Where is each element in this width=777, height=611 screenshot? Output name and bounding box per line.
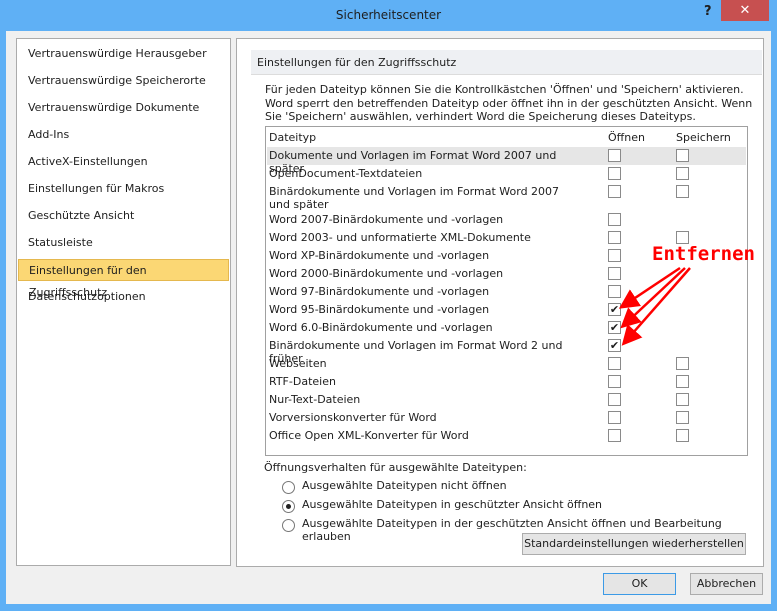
arrow-3 bbox=[621, 267, 691, 346]
annotation-arrows bbox=[618, 266, 691, 346]
arrow-2 bbox=[620, 267, 686, 329]
